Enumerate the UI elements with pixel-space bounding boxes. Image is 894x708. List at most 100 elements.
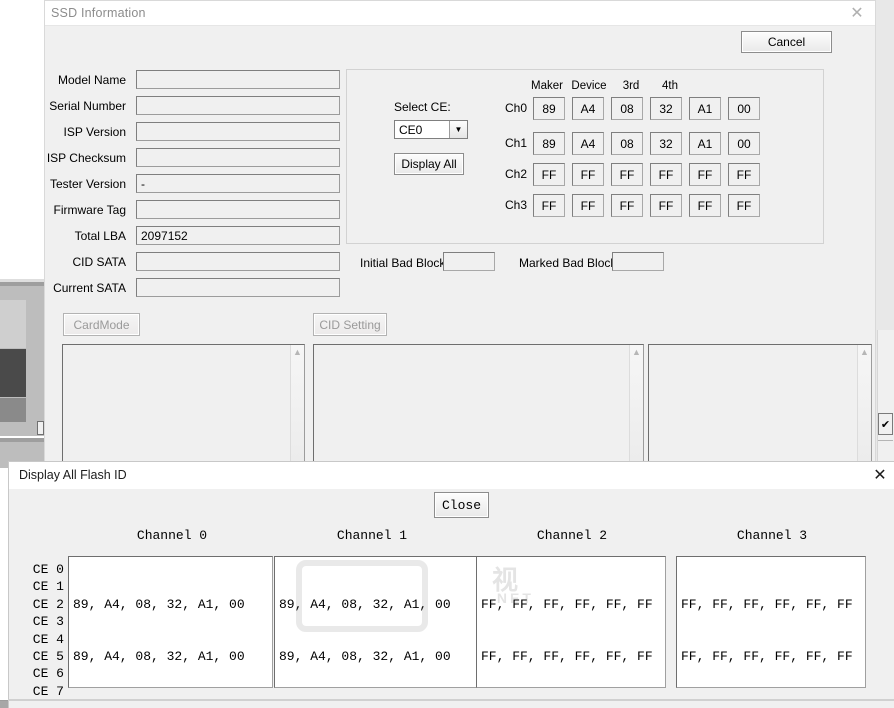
label-isp-version: ISP Version xyxy=(63,125,126,139)
flash-id-cell-ch2-5th[interactable]: FF xyxy=(689,163,721,186)
flash-id-cell-ch0-maker[interactable]: 89 xyxy=(533,97,565,120)
close-button[interactable]: Close xyxy=(434,492,489,518)
initial-bad-block-field[interactable] xyxy=(443,252,495,271)
row-label-ch2: Ch2 xyxy=(504,167,527,181)
ssd-window-title: SSD Information xyxy=(51,6,146,20)
channel-2-title: Channel 2 xyxy=(536,528,608,543)
field-isp-version[interactable] xyxy=(136,122,340,141)
field-model-name[interactable] xyxy=(136,70,340,89)
ce-row-label: CE 1 xyxy=(32,579,64,595)
flash-id-cell-ch1-3rd[interactable]: 08 xyxy=(611,132,643,155)
row-label-ch0: Ch0 xyxy=(504,101,527,115)
ssd-title-bar xyxy=(45,1,875,26)
field-current-sata[interactable] xyxy=(136,278,340,297)
marked-bad-block-field[interactable] xyxy=(612,252,664,271)
flash-id-cell-ch3-device[interactable]: FF xyxy=(572,194,604,217)
flash-id-cell-ch1-device[interactable]: A4 xyxy=(572,132,604,155)
row-label-ch1: Ch1 xyxy=(504,136,527,150)
ce-row-label: CE 6 xyxy=(32,666,64,682)
label-serial-number: Serial Number xyxy=(49,99,126,113)
flash-id-row: 89, A4, 08, 32, A1, 00 xyxy=(279,596,451,612)
select-ce-value: CE0 xyxy=(399,122,423,137)
flash-id-cell-ch3-4th[interactable]: FF xyxy=(650,194,682,217)
field-cid-sata[interactable] xyxy=(136,252,340,271)
flash-id-cell-ch3-6th[interactable]: FF xyxy=(728,194,760,217)
field-firmware-tag[interactable] xyxy=(136,200,340,219)
initial-bad-block-label: Initial Bad Block xyxy=(360,256,446,270)
channel-1-id-list[interactable]: 89, A4, 08, 32, A1, 00 89, A4, 08, 32, A… xyxy=(274,556,479,688)
label-tester-version: Tester Version xyxy=(49,177,126,191)
channel-2-id-list[interactable]: FF, FF, FF, FF, FF, FF FF, FF, FF, FF, F… xyxy=(476,556,666,688)
flash-id-cell-ch1-6th[interactable]: 00 xyxy=(728,132,760,155)
background-button-edge[interactable] xyxy=(37,421,44,435)
cancel-button[interactable]: Cancel xyxy=(741,31,832,53)
label-cid-sata: CID SATA xyxy=(72,255,126,269)
background-thumbnail-light xyxy=(0,300,26,348)
log-panel-1[interactable]: ▲ xyxy=(62,344,305,463)
display-all-button[interactable]: Display All xyxy=(394,153,464,175)
channel-0-title: Channel 0 xyxy=(136,528,208,543)
chevron-down-icon[interactable]: ▼ xyxy=(449,121,467,138)
flash-id-row: FF, FF, FF, FF, FF, FF xyxy=(481,649,653,665)
ce-row-label: CE 2 xyxy=(32,596,64,612)
field-tester-version[interactable]: - xyxy=(136,174,340,193)
background-scrollbar[interactable] xyxy=(877,330,894,468)
flash-id-cell-ch1-5th[interactable]: A1 xyxy=(689,132,721,155)
flash-id-cell-ch1-maker[interactable]: 89 xyxy=(533,132,565,155)
column-header-3rd: 3rd xyxy=(622,80,640,92)
card-mode-button[interactable]: CardMode xyxy=(63,313,140,336)
flash-id-cell-ch2-4th[interactable]: FF xyxy=(650,163,682,186)
ce-row-label: CE 3 xyxy=(32,614,64,630)
flash-id-cell-ch0-6th[interactable]: 00 xyxy=(728,97,760,120)
flash-dialog-bottom-edge xyxy=(8,699,894,701)
label-total-lba: Total LBA xyxy=(74,229,126,243)
select-ce-dropdown[interactable]: CE0 ▼ xyxy=(394,120,468,139)
flash-id-cell-ch2-6th[interactable]: FF xyxy=(728,163,760,186)
flash-id-group: Select CE: CE0 ▼ Display All Maker Devic… xyxy=(346,69,824,244)
label-firmware-tag: Firmware Tag xyxy=(53,203,126,217)
flash-dialog-title-bar xyxy=(9,462,894,489)
background-checkbox[interactable]: ✔ xyxy=(878,413,893,435)
cid-setting-button[interactable]: CID Setting xyxy=(313,313,387,336)
ce-row-label: CE 5 xyxy=(32,649,64,665)
chevron-up-icon[interactable]: ▲ xyxy=(857,345,871,462)
flash-id-cell-ch2-maker[interactable]: FF xyxy=(533,163,565,186)
ce-row-label: CE 0 xyxy=(32,562,64,577)
chevron-up-icon[interactable]: ▲ xyxy=(629,345,643,462)
label-isp-checksum: ISP Checksum xyxy=(46,151,126,165)
background-scrollbar-divider xyxy=(878,440,893,441)
log-panel-2[interactable]: ▲ xyxy=(313,344,644,463)
flash-id-row: FF, FF, FF, FF, FF, FF xyxy=(481,596,653,612)
column-header-maker: Maker xyxy=(531,80,563,92)
close-icon[interactable]: ✕ xyxy=(870,466,890,486)
label-current-sata: Current SATA xyxy=(53,281,126,295)
flash-id-cell-ch2-3rd[interactable]: FF xyxy=(611,163,643,186)
chevron-up-icon[interactable]: ▲ xyxy=(290,345,304,462)
field-serial-number[interactable] xyxy=(136,96,340,115)
flash-id-cell-ch0-3rd[interactable]: 08 xyxy=(611,97,643,120)
flash-id-cell-ch0-device[interactable]: A4 xyxy=(572,97,604,120)
flash-id-cell-ch3-3rd[interactable]: FF xyxy=(611,194,643,217)
close-icon[interactable]: ✕ xyxy=(847,4,867,24)
flash-id-cell-ch0-5th[interactable]: A1 xyxy=(689,97,721,120)
flash-id-row: FF, FF, FF, FF, FF, FF xyxy=(681,596,853,612)
flash-id-row: 89, A4, 08, 32, A1, 00 xyxy=(279,649,451,665)
flash-id-cell-ch3-5th[interactable]: FF xyxy=(689,194,721,217)
ce-row-label: CE 4 xyxy=(32,631,64,647)
flash-id-cell-ch2-device[interactable]: FF xyxy=(572,163,604,186)
flash-dialog-title: Display All Flash ID xyxy=(19,468,127,482)
channel-3-id-list[interactable]: FF, FF, FF, FF, FF, FF FF, FF, FF, FF, F… xyxy=(676,556,866,688)
flash-id-cell-ch0-4th[interactable]: 32 xyxy=(650,97,682,120)
flash-id-row: 89, A4, 08, 32, A1, 00 xyxy=(73,649,245,665)
channel-1-title: Channel 1 xyxy=(336,528,408,543)
flash-id-cell-ch1-4th[interactable]: 32 xyxy=(650,132,682,155)
checkmark-icon: ✔ xyxy=(880,418,891,431)
flash-id-cell-ch3-maker[interactable]: FF xyxy=(533,194,565,217)
label-model-name: Model Name xyxy=(57,73,126,87)
column-header-device: Device xyxy=(571,80,607,92)
field-isp-checksum[interactable] xyxy=(136,148,340,167)
log-panel-3[interactable]: ▲ xyxy=(648,344,872,463)
ce-row-label: CE 7 xyxy=(32,683,64,699)
channel-0-id-list[interactable]: 89, A4, 08, 32, A1, 00 89, A4, 08, 32, A… xyxy=(68,556,273,688)
field-total-lba[interactable]: 2097152 xyxy=(136,226,340,245)
